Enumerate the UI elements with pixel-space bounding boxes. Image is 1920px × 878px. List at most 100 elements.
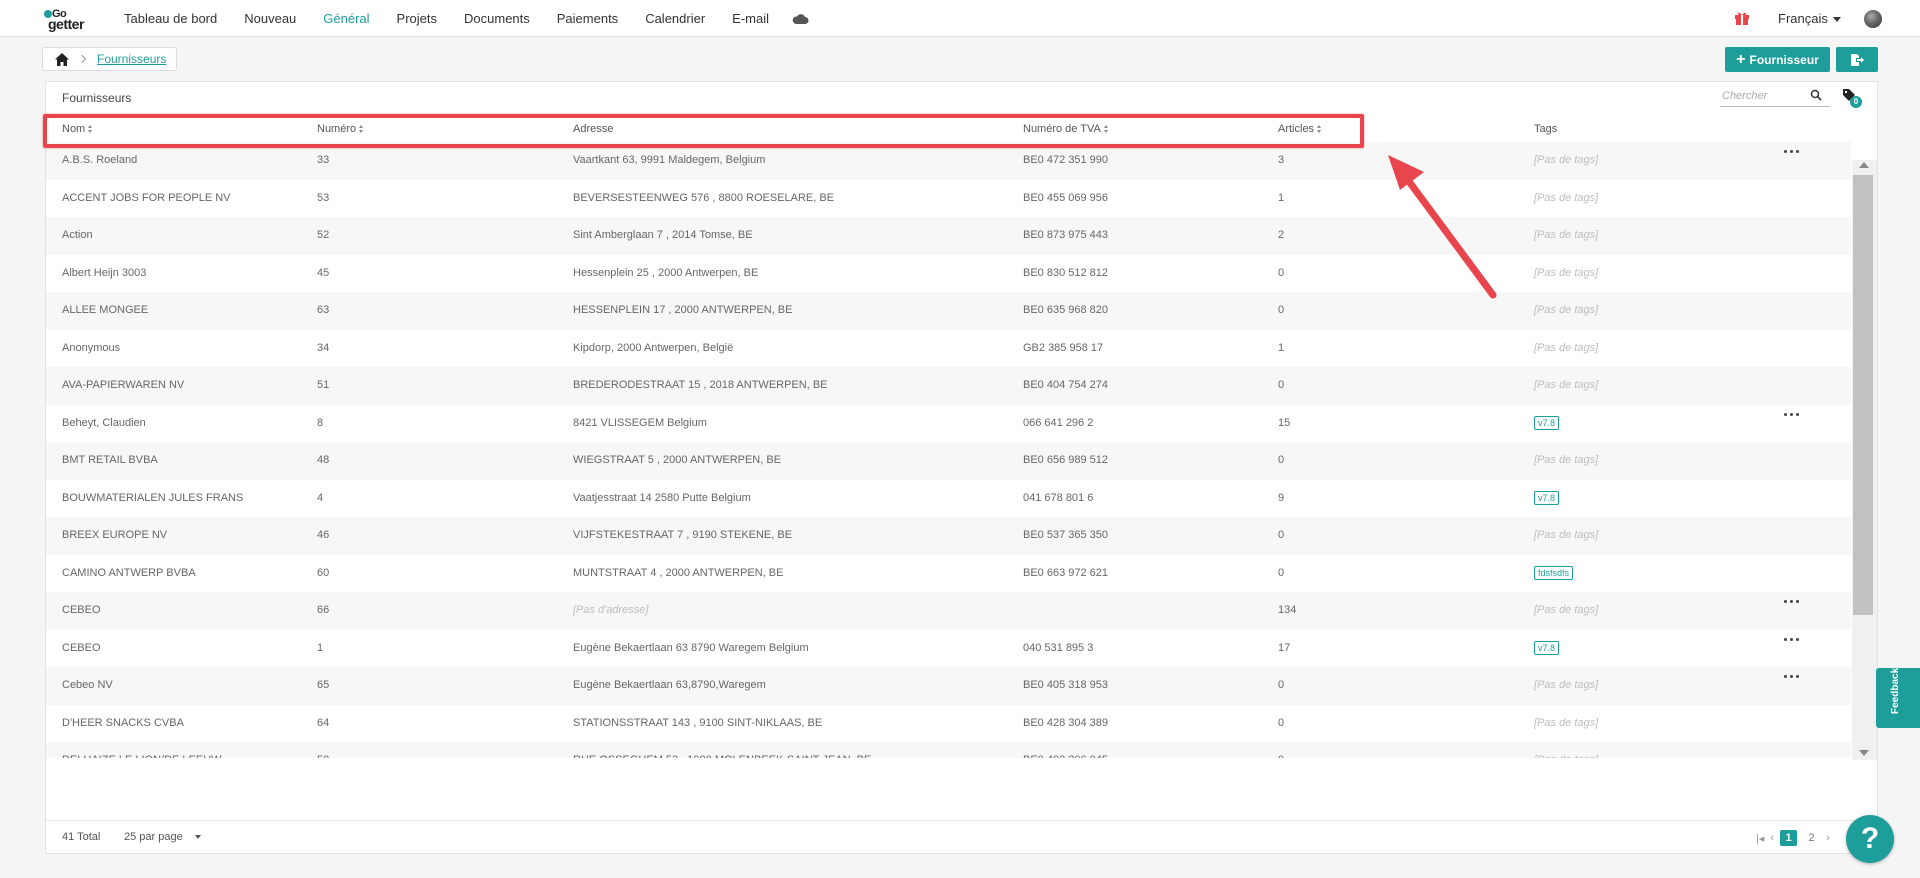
tag-chip[interactable]: fdsfsdfs [1534, 565, 1574, 580]
chevron-down-icon [194, 835, 201, 840]
logo-text-bottom: getter [48, 16, 84, 32]
column-label: Numéro [317, 123, 357, 135]
column-label: Adresse [573, 123, 614, 135]
nav-item-paiements[interactable]: Paiements [557, 11, 630, 26]
table-row[interactable]: DELHAIZE LE LION/DE LEEUW 50 RUE OSSEGHEM … [46, 742, 1851, 758]
feedback-tab[interactable]: Feedback [1876, 668, 1920, 728]
tag-chip[interactable]: v7.8 [1534, 415, 1560, 430]
search-icon[interactable] [1810, 89, 1822, 101]
row-menu-icon[interactable] [1784, 150, 1800, 158]
table-row[interactable]: A.B.S. Roeland 33 Vaartkant 63, 9991 Malde… [46, 142, 1851, 180]
next-page-icon[interactable]: › [1826, 832, 1830, 844]
cell-adresse: Kipdorp, 2000 Antwerpen, België [573, 341, 734, 354]
user-avatar[interactable] [1864, 10, 1882, 28]
first-page-icon[interactable]: |◂ [1756, 832, 1764, 845]
cell-tva: BE0 472 351 990 [1023, 154, 1109, 166]
breadcrumb-fournisseurs[interactable]: Fournisseurs [97, 52, 166, 66]
cell-tva: BE0 830 512 812 [1023, 266, 1109, 279]
nav-item-nouveau[interactable]: Nouveau [244, 11, 308, 26]
cell-articles: 17 [1278, 641, 1291, 654]
nav-item-general[interactable]: Général [323, 11, 381, 26]
cell-articles: 0 [1278, 529, 1285, 541]
table-row[interactable]: BMT RETAIL BVBA 48 WIEGSTRAAT 5 , 2000 ANT… [46, 442, 1851, 480]
cell-tva: BE0 405 318 953 [1023, 679, 1109, 691]
gift-icon[interactable] [1734, 10, 1750, 26]
cell-articles: 1 [1278, 341, 1285, 354]
tag-filter-button[interactable]: 0 [1842, 88, 1862, 108]
tag-chip[interactable]: v7.8 [1534, 640, 1560, 655]
table-row[interactable]: D'HEER SNACKS CVBA 64 STATIONSSTRAAT 143 ,… [46, 704, 1851, 742]
table-row[interactable]: BREEX EUROPE NV 46 VIJFSTEKESTRAAT 7 , 919… [46, 517, 1851, 555]
table-row[interactable]: Anonymous 34 Kipdorp, 2000 Antwerpen, Belg… [46, 329, 1851, 367]
cell-tags-empty: [Pas de tags] [1534, 754, 1598, 758]
table-row[interactable]: ACCENT JOBS FOR PEOPLE NV 53 BEVERSESTEENW… [46, 179, 1851, 217]
cell-adresse: STATIONSSTRAAT 143 , 9100 SINT-NIKLAAS, … [573, 716, 823, 729]
cloud-icon[interactable] [792, 13, 809, 24]
row-menu-icon[interactable] [1784, 412, 1800, 421]
column-header-numero-tva[interactable]: Numéro de TVA [1023, 123, 1109, 135]
export-button[interactable] [1836, 47, 1878, 72]
table-header: Nom Numéro Adresse Numéro de TVA Article… [46, 116, 1877, 142]
table-scrollbar[interactable] [1852, 160, 1877, 760]
column-header-numero[interactable]: Numéro [317, 123, 364, 135]
cell-nom: D'HEER SNACKS CVBA [62, 716, 184, 729]
cell-numero: 66 [317, 604, 330, 616]
scroll-up-icon[interactable] [1859, 162, 1869, 168]
nav-item-email[interactable]: E-mail [732, 11, 781, 26]
cell-nom: CEBEO [62, 604, 101, 616]
cell-articles: 0 [1278, 454, 1285, 466]
nav-item-projets[interactable]: Projets [397, 11, 449, 26]
cell-adresse: MUNTSTRAAT 4 , 2000 ANTWERPEN, BE [573, 566, 784, 579]
total-count: 41 Total [62, 831, 101, 843]
cell-articles: 0 [1278, 379, 1285, 391]
table-row[interactable]: CEBEO 1 Eugène Bekaertlaan 63 8790 Waregem… [46, 629, 1851, 667]
cell-articles: 0 [1278, 754, 1284, 758]
nav-item-documents[interactable]: Documents [464, 11, 542, 26]
help-button[interactable]: ? [1846, 815, 1894, 863]
cell-numero: 63 [317, 304, 330, 316]
table-body: A.B.S. Roeland 33 Vaartkant 63, 9991 Malde… [46, 142, 1851, 758]
table-row[interactable]: CAMINO ANTWERP BVBA 60 MUNTSTRAAT 4 , 2000… [46, 554, 1851, 592]
cell-nom: CEBEO [62, 641, 101, 654]
prev-page-icon[interactable]: ‹ [1770, 832, 1774, 844]
cell-tags-empty: [Pas de tags] [1534, 154, 1599, 166]
search-input[interactable]: Chercher [1720, 85, 1830, 107]
export-icon [1851, 53, 1864, 66]
language-selector[interactable]: Français [1778, 11, 1841, 26]
table-row[interactable]: CEBEO 66 [Pas d'adresse] 134 [Pas de tags] [46, 592, 1851, 630]
table-row[interactable]: Cebeo NV 65 Eugène Bekaertlaan 63,8790,War… [46, 667, 1851, 705]
page-1-button[interactable]: 1 [1780, 830, 1798, 846]
nav-item-calendrier[interactable]: Calendrier [645, 11, 717, 26]
row-menu-icon[interactable] [1784, 637, 1800, 646]
table-row[interactable]: Albert Heijn 3003 45 Hessenplein 25 , 2000… [46, 254, 1851, 292]
cell-adresse: VIJFSTEKESTRAAT 7 , 9190 STEKENE, BE [573, 529, 793, 541]
cell-tags-empty: [Pas de tags] [1534, 716, 1599, 729]
table-row[interactable]: Beheyt, Claudien 8 8421 VLISSEGEM Belgium 0… [46, 404, 1851, 442]
row-menu-icon[interactable] [1784, 675, 1800, 683]
page-2-button[interactable]: 2 [1803, 830, 1820, 846]
cell-numero: 33 [317, 154, 330, 166]
table-row[interactable]: ALLEE MONGEE 63 HESSENPLEIN 17 , 2000 ANTW… [46, 292, 1851, 330]
scrollbar-thumb[interactable] [1853, 175, 1873, 615]
cell-nom: Albert Heijn 3003 [62, 266, 147, 279]
add-supplier-button[interactable]: + Fournisseur [1725, 47, 1830, 72]
table-row[interactable]: BOUWMATERIALEN JULES FRANS 4 Vaatjesstraat… [46, 479, 1851, 517]
gogetter-logo[interactable]: Go getter [44, 8, 100, 32]
chevron-right-icon [77, 54, 87, 64]
per-page-select[interactable]: 25 par page [124, 831, 201, 843]
cell-nom: Cebeo NV [62, 679, 113, 691]
scroll-down-icon[interactable] [1859, 750, 1869, 756]
cell-numero: 8 [317, 416, 324, 429]
tag-chip[interactable]: v7.8 [1534, 490, 1560, 505]
row-menu-icon[interactable] [1784, 600, 1800, 608]
column-header-articles[interactable]: Articles [1278, 123, 1322, 135]
home-icon[interactable] [55, 52, 69, 66]
cell-adresse: Sint Amberglaan 7 , 2014 Tomse, BE [573, 229, 753, 241]
column-header-nom[interactable]: Nom [62, 123, 93, 135]
cell-nom: BOUWMATERIALEN JULES FRANS [62, 491, 244, 504]
sort-icon [88, 125, 93, 134]
cell-tva: BE0 404 754 274 [1023, 379, 1109, 391]
table-row[interactable]: AVA-PAPIERWAREN NV 51 BREDERODESTRAAT 15 ,… [46, 367, 1851, 405]
table-row[interactable]: Action 52 Sint Amberglaan 7 , 2014 Tomse, … [46, 217, 1851, 255]
nav-item-tableau-de-bord[interactable]: Tableau de bord [124, 11, 229, 26]
